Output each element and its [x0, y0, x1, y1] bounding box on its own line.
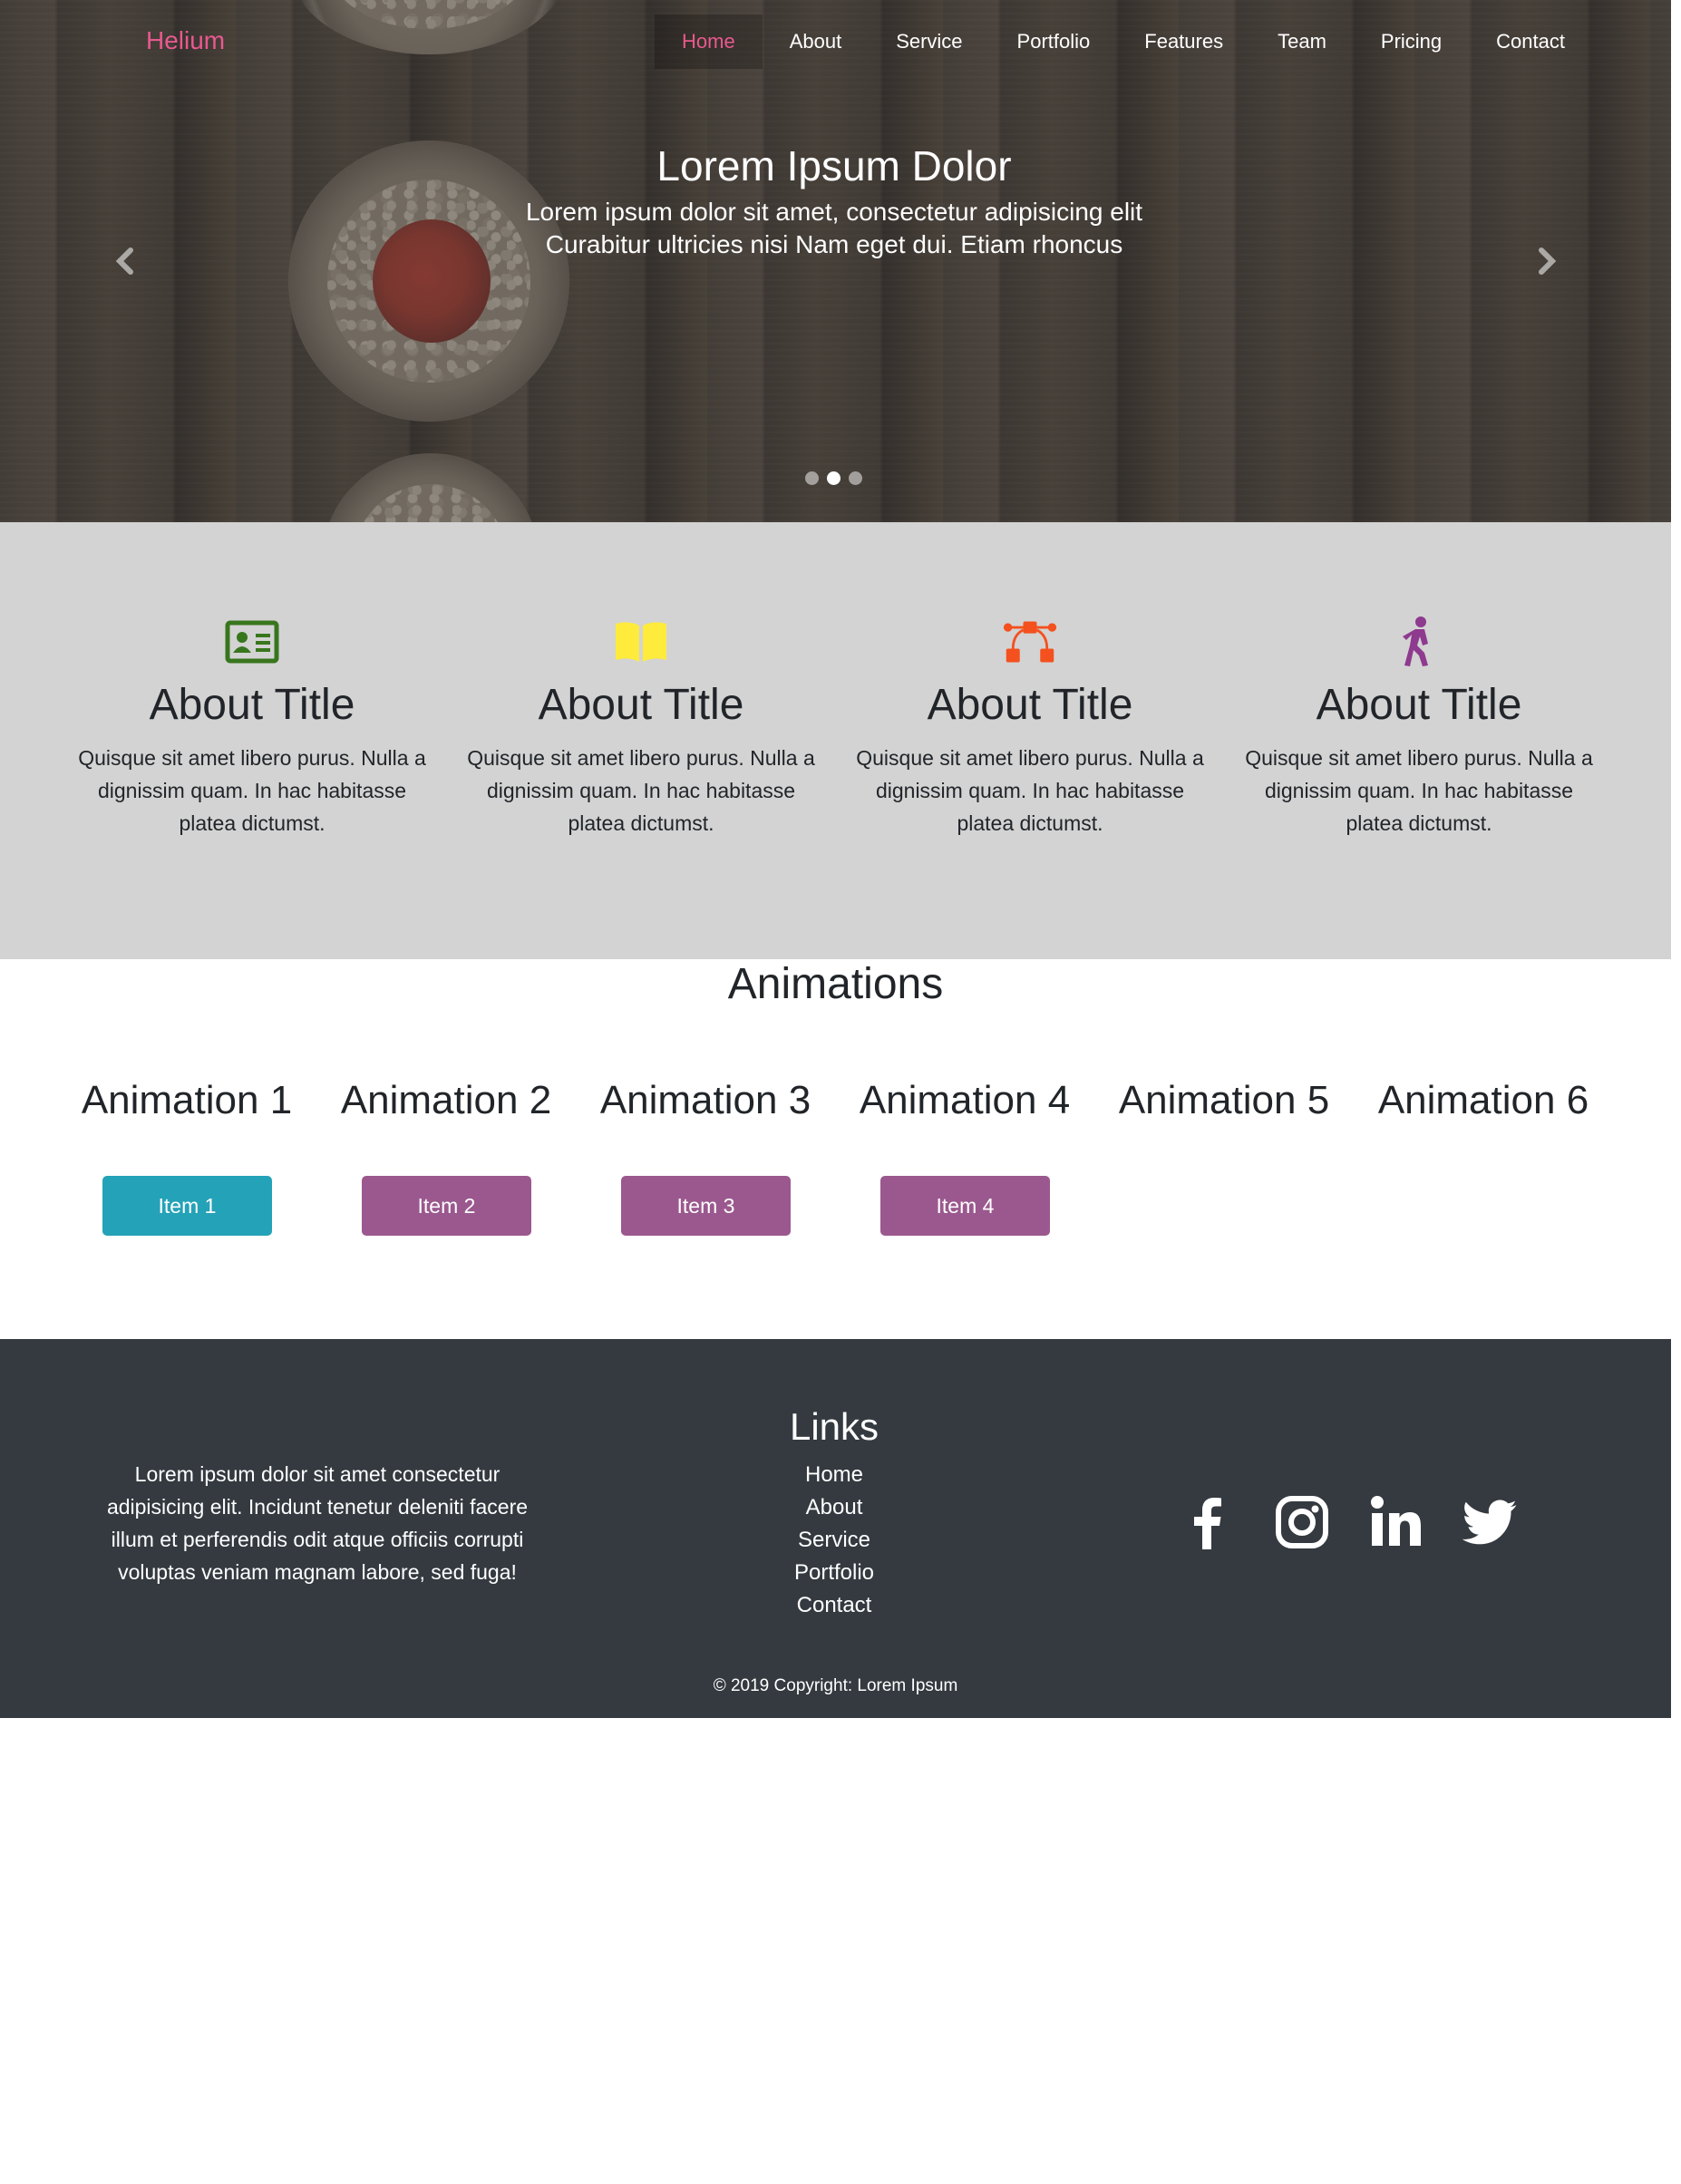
about-card: About Title Quisque sit amet libero puru…	[1238, 616, 1600, 840]
animation-label: Animation 3	[599, 1078, 811, 1122]
animation-label: Animation 2	[340, 1078, 552, 1122]
nav-item-contact[interactable]: Contact	[1469, 15, 1592, 69]
about-text: Quisque sit amet libero purus. Nulla a d…	[1245, 746, 1593, 835]
hero-text: Lorem ipsum dolor sit amet, consectetur …	[525, 198, 1143, 258]
animation-label: Animation 6	[1377, 1078, 1589, 1122]
navbar: Helium Home About Service Portfolio Feat…	[0, 0, 1671, 83]
item-4-button[interactable]: Item 4	[880, 1176, 1050, 1236]
bezier-curve-icon	[1003, 621, 1057, 663]
nav-menu: Home About Service Portfolio Features Te…	[655, 15, 1592, 69]
footer: Lorem ipsum dolor sit amet consectetur a…	[0, 1339, 1671, 1718]
footer-links-title: Links	[789, 1405, 879, 1448]
facebook-icon	[1194, 1498, 1221, 1549]
item-3-button[interactable]: Item 3	[621, 1176, 791, 1236]
carousel-indicators	[805, 471, 862, 485]
chevron-left-icon	[115, 248, 133, 275]
carousel-indicator[interactable]	[827, 471, 840, 485]
animation-label: Animation 5	[1118, 1078, 1330, 1122]
about-section: About Title Quisque sit amet libero puru…	[0, 522, 1671, 959]
nav-item-portfolio[interactable]: Portfolio	[990, 15, 1118, 69]
footer-link-about[interactable]: About	[689, 1491, 979, 1524]
id-card-icon	[225, 620, 279, 664]
about-card: About Title Quisque sit amet libero puru…	[71, 616, 433, 840]
nav-item-team[interactable]: Team	[1250, 15, 1354, 69]
chevron-right-icon	[1539, 248, 1557, 275]
item-1-button[interactable]: Item 1	[102, 1176, 272, 1236]
footer-link-service[interactable]: Service	[689, 1524, 979, 1557]
footer-link-contact[interactable]: Contact	[689, 1589, 979, 1622]
twitter-icon	[1462, 1500, 1517, 1545]
about-title: About Title	[927, 681, 1133, 729]
social-links	[1179, 1493, 1556, 1551]
nav-item-pricing[interactable]: Pricing	[1354, 15, 1469, 69]
carousel-next-button[interactable]	[1530, 245, 1563, 277]
about-card: About Title Quisque sit amet libero puru…	[849, 616, 1211, 840]
nav-item-home[interactable]: Home	[655, 15, 763, 69]
instagram-link[interactable]	[1273, 1493, 1331, 1551]
about-text: Quisque sit amet libero purus. Nulla a d…	[467, 746, 815, 835]
footer-about-text: Lorem ipsum dolor sit amet consectetur a…	[106, 1462, 529, 1584]
carousel-indicator[interactable]	[849, 471, 862, 485]
brand-logo[interactable]: Helium	[146, 26, 225, 55]
footer-links: Home About Service Portfolio Contact	[689, 1459, 979, 1622]
about-text: Quisque sit amet libero purus. Nulla a d…	[856, 746, 1204, 835]
nav-item-about[interactable]: About	[763, 15, 870, 69]
animation-label: Animation 1	[81, 1078, 293, 1122]
about-card: About Title Quisque sit amet libero puru…	[460, 616, 822, 840]
hero-title: Lorem Ipsum Dolor	[656, 142, 1012, 189]
twitter-link[interactable]	[1462, 1493, 1520, 1551]
linkedin-icon	[1371, 1496, 1421, 1546]
nav-item-service[interactable]: Service	[869, 15, 989, 69]
linkedin-link[interactable]	[1367, 1493, 1425, 1551]
walking-icon	[1403, 616, 1428, 666]
nav-item-features[interactable]: Features	[1117, 15, 1250, 69]
hero-caption: Lorem Ipsum Dolor Lorem ipsum dolor sit …	[508, 136, 1161, 261]
carousel-indicator[interactable]	[805, 471, 819, 485]
about-title: About Title	[538, 681, 744, 729]
about-text: Quisque sit amet libero purus. Nulla a d…	[78, 746, 426, 835]
carousel-prev-button[interactable]	[109, 245, 141, 277]
hero-carousel: Helium Home About Service Portfolio Feat…	[0, 0, 1671, 522]
footer-link-home[interactable]: Home	[689, 1459, 979, 1491]
item-2-button[interactable]: Item 2	[362, 1176, 531, 1236]
facebook-link[interactable]	[1179, 1493, 1237, 1551]
animation-label: Animation 4	[859, 1078, 1071, 1122]
about-title: About Title	[1316, 681, 1522, 729]
footer-link-portfolio[interactable]: Portfolio	[689, 1557, 979, 1589]
book-open-icon	[616, 622, 666, 662]
animations-title: Animations	[727, 960, 944, 1008]
about-title: About Title	[149, 681, 355, 729]
copyright-text: © 2019 Copyright: Lorem Ipsum	[713, 1676, 958, 1695]
instagram-icon	[1276, 1496, 1328, 1548]
